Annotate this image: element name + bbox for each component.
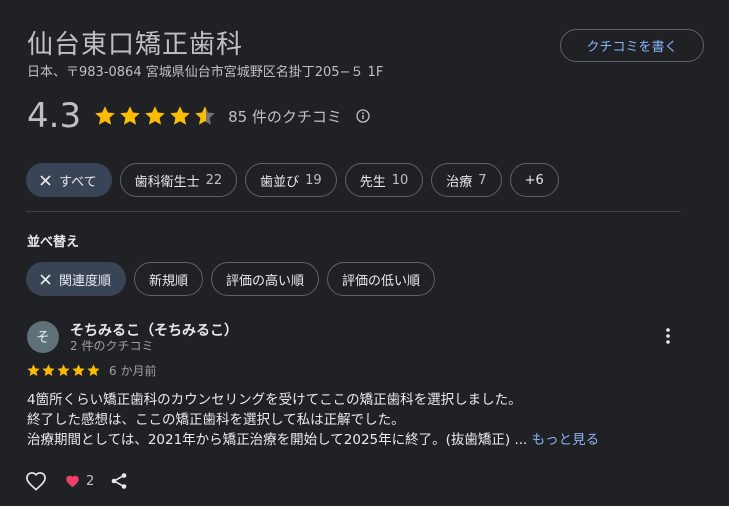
more-link[interactable]: もっと見る	[532, 432, 600, 448]
topic-chip-label: すべて	[59, 174, 97, 190]
sort-chip-label: 評価の高い順	[226, 273, 305, 289]
topic-chip-label: 歯並び	[260, 174, 300, 190]
topic-chip-label: +6	[524, 172, 544, 188]
sort-chip-label: 新規順	[149, 273, 189, 289]
review-line: 治療期間としては、2021年から矯正治療を開始して2025年に終了。(抜歯矯正)…	[27, 432, 600, 448]
star-icon	[120, 106, 140, 125]
review-rating: 6 か月前	[26, 362, 156, 379]
topic-filter-chips: すべて 歯科衛生士 22 歯並び 19 先生 10 治療 7 +6	[26, 163, 559, 197]
topic-chip[interactable]: 先生 10	[344, 163, 424, 197]
topic-chip-label: 歯科衛生士	[134, 174, 200, 190]
heart-icon	[66, 475, 79, 488]
star-icon	[195, 106, 215, 125]
close-icon	[40, 273, 51, 285]
sort-chip-label: 評価の低い順	[342, 273, 421, 289]
sort-chip-label: 関連度順	[59, 273, 112, 289]
topic-chip-count: 22	[205, 172, 223, 188]
sort-chip[interactable]: 新規順	[134, 262, 204, 296]
rating-value: 4.3	[27, 96, 82, 136]
place-address: 日本、〒983-0864 宮城県仙台市宮城野区名掛丁205−５ 1F	[27, 65, 384, 80]
like-button[interactable]	[25, 471, 47, 491]
rating-summary: 4.3 85 件のクチコミ	[27, 96, 372, 136]
topic-chip[interactable]: +6	[509, 163, 559, 197]
reaction-count: 2	[86, 473, 95, 489]
share-button[interactable]	[110, 472, 128, 490]
review-actions: 2	[25, 471, 128, 491]
topic-chip-count: 7	[478, 172, 487, 188]
star-icon	[145, 106, 165, 125]
place-title: 仙台東口矯正歯科	[27, 30, 244, 60]
star-icon	[27, 364, 40, 376]
topic-chip[interactable]: 歯並び 19	[245, 163, 337, 197]
review-line: 終了した感想は、ここの矯正歯科を選択して私は正解でした。	[27, 412, 405, 428]
star-icon	[87, 364, 100, 376]
sort-label: 並べ替え	[27, 235, 80, 250]
sort-chip[interactable]: 評価の低い順	[327, 262, 436, 296]
topic-chip-count: 19	[305, 172, 322, 188]
heart-outline-icon	[26, 472, 46, 491]
review-line: 4箇所くらい矯正歯科のカウンセリングを受けてここの矯正歯科を選択しました。	[27, 392, 522, 408]
review-stars	[26, 363, 101, 378]
topic-chip[interactable]: 歯科衛生士 22	[119, 163, 238, 197]
star-icon	[72, 364, 85, 376]
topic-chip-label: 治療	[446, 174, 473, 190]
close-icon	[40, 174, 51, 186]
reviewer-review-count: 2 件のクチコミ	[70, 339, 154, 353]
share-icon	[111, 473, 127, 489]
topic-chip-label: 先生	[359, 174, 386, 190]
topic-chip[interactable]: 治療 7	[431, 163, 502, 197]
review-count: 85 件のクチコミ	[228, 107, 342, 126]
rating-stars	[93, 104, 218, 128]
star-icon	[95, 106, 115, 125]
sort-chip[interactable]: 関連度順	[26, 262, 127, 296]
avatar[interactable]: そ	[27, 321, 59, 353]
star-icon	[170, 106, 190, 125]
sort-chips: 関連度順 新規順 評価の高い順 評価の低い順	[26, 262, 436, 296]
more-options-icon[interactable]	[660, 326, 676, 346]
sort-chip[interactable]: 評価の高い順	[211, 262, 320, 296]
star-icon	[57, 364, 70, 376]
info-icon[interactable]	[356, 108, 372, 124]
topic-chip-count: 10	[391, 172, 409, 188]
divider	[26, 211, 681, 212]
review-text: 4箇所くらい矯正歯科のカウンセリングを受けてここの矯正歯科を選択しました。 終了…	[27, 390, 599, 450]
star-icon	[42, 364, 55, 376]
write-review-button[interactable]: クチコミを書く	[560, 29, 704, 62]
reaction-summary[interactable]: 2	[65, 474, 94, 489]
topic-chip[interactable]: すべて	[26, 163, 112, 197]
review-date: 6 か月前	[109, 364, 157, 378]
